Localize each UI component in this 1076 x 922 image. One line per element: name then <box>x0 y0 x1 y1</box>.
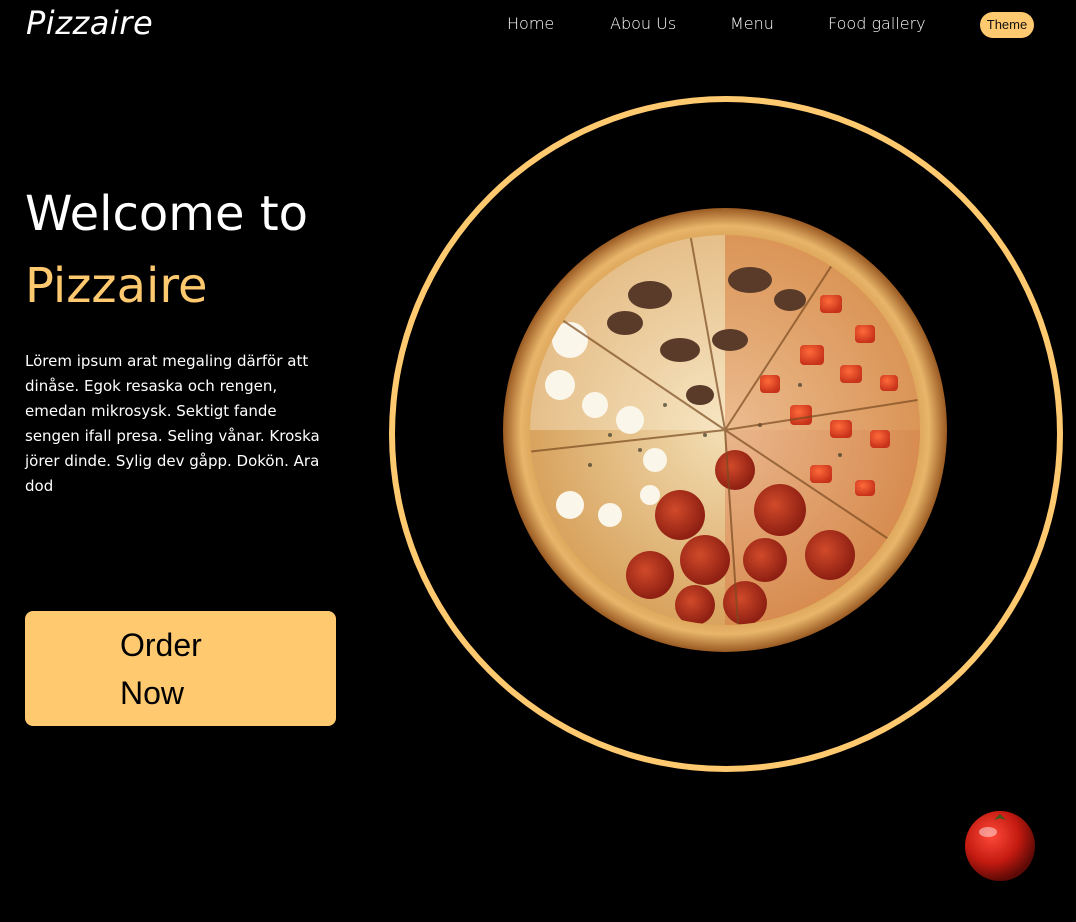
nav-food-gallery-link[interactable]: Food gallery <box>828 14 926 33</box>
hero-title-line-welcome: Welcome to <box>25 186 309 242</box>
hero-title: Welcome to Pizzaire <box>25 178 308 322</box>
theme-toggle-button[interactable]: Theme <box>980 12 1034 38</box>
nav-about-link[interactable]: Abou Us <box>610 14 676 33</box>
pizza-icon <box>503 208 947 652</box>
nav-menu-link[interactable]: Menu <box>730 14 774 33</box>
main-nav: Home Abou Us Menu Food gallery <box>0 14 1076 38</box>
order-now-label: Order Now <box>120 627 202 711</box>
hero-title-line-brand: Pizzaire <box>25 258 208 314</box>
nav-home-link[interactable]: Home <box>507 14 554 33</box>
order-now-button[interactable]: Order Now <box>25 611 336 726</box>
tomato-icon <box>965 811 1035 881</box>
hero-description: Lörem ipsum arat megaling därför att din… <box>25 352 320 495</box>
